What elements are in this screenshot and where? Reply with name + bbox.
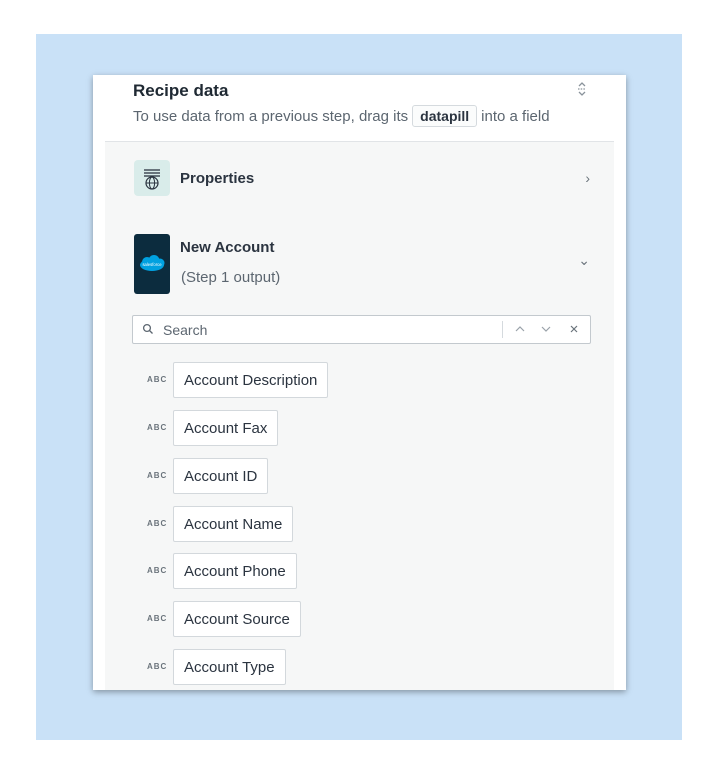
datapill-row: ABC Account ID	[105, 458, 614, 494]
string-type-tag: ABC	[147, 614, 168, 623]
expand-collapse-icon[interactable]	[576, 81, 588, 97]
properties-row[interactable]: Properties ›	[105, 158, 614, 202]
datapill-account-id[interactable]: Account ID	[173, 458, 269, 494]
datapill-row: ABC Account Source	[105, 601, 614, 637]
chevron-up-icon	[515, 326, 525, 332]
datapill-row: ABC Account Name	[105, 506, 614, 542]
salesforce-logo-icon: salesforce	[134, 234, 170, 294]
datapill-account-phone[interactable]: Account Phone	[173, 553, 297, 589]
panel-subtitle: To use data from a previous step, drag i…	[133, 105, 550, 127]
list-globe-icon	[134, 160, 170, 196]
panel-title: Recipe data	[133, 81, 229, 100]
datapill-row: ABC Account Type	[105, 649, 614, 685]
search-input[interactable]	[163, 320, 493, 339]
datapill-account-name[interactable]: Account Name	[173, 506, 294, 542]
search-box	[132, 315, 591, 344]
datapill-row: ABC Account Fax	[105, 410, 614, 446]
datapill-account-type[interactable]: Account Type	[173, 649, 286, 685]
datapill-row: ABC Account Phone	[105, 553, 614, 589]
datapill-example: datapill	[412, 105, 478, 127]
search-divider	[502, 321, 503, 338]
recipe-data-panel: Recipe data To use data from a previous …	[93, 75, 626, 690]
string-type-tag: ABC	[147, 662, 168, 671]
salesforce-logo-text: salesforce	[142, 262, 162, 267]
search-next-button[interactable]	[538, 321, 554, 337]
search-icon	[142, 323, 153, 334]
datapill-account-description[interactable]: Account Description	[173, 362, 329, 398]
chevron-right-icon: ›	[585, 170, 590, 186]
string-type-tag: ABC	[147, 423, 168, 432]
string-type-tag: ABC	[147, 566, 168, 575]
properties-label: Properties	[180, 170, 255, 187]
panel-header: Recipe data To use data from a previous …	[93, 75, 626, 141]
chevron-down-icon[interactable]: ⌄	[578, 252, 590, 269]
search-clear-button[interactable]	[566, 321, 582, 337]
subtitle-text-end: into a field	[481, 107, 550, 125]
string-type-tag: ABC	[147, 519, 168, 528]
datapill-account-source[interactable]: Account Source	[173, 601, 301, 637]
string-type-tag: ABC	[147, 375, 168, 384]
step-title: New Account	[180, 239, 275, 256]
close-icon	[570, 325, 578, 333]
string-type-tag: ABC	[147, 471, 168, 480]
step-output-row[interactable]: salesforce New Account (Step 1 output) ⌄	[105, 234, 614, 298]
datapill-account-fax[interactable]: Account Fax	[173, 410, 279, 446]
search-previous-button[interactable]	[512, 321, 528, 337]
step-subtitle: (Step 1 output)	[181, 269, 281, 286]
subtitle-text: To use data from a previous step, drag i…	[133, 107, 409, 125]
datapill-row: ABC Account Description	[105, 362, 614, 398]
panel-body: Properties › salesforce New Account (Ste…	[105, 141, 614, 690]
chevron-down-icon	[541, 326, 551, 332]
